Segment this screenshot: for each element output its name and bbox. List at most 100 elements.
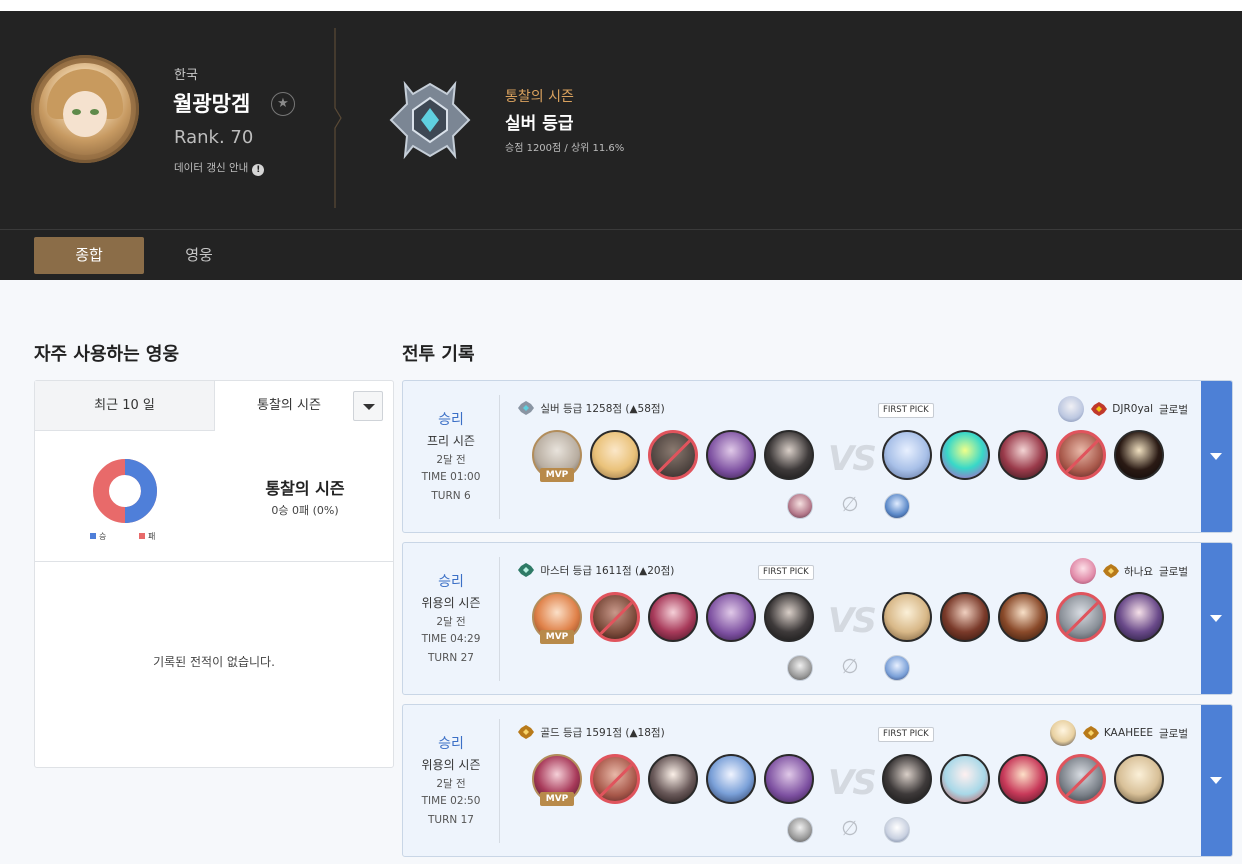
master-tier-icon — [518, 563, 534, 577]
mvp-badge: MVP — [540, 468, 574, 482]
player-rank: Rank. 70 — [174, 127, 254, 148]
my-hero-5[interactable] — [764, 592, 814, 642]
battle-time: TIME 02:50 — [421, 795, 481, 807]
battle-turns: TURN 17 — [428, 814, 474, 826]
first-pick-badge: FIRST PICK — [878, 727, 934, 742]
opp-hero-2[interactable] — [940, 592, 990, 642]
frequent-heroes-panel: 최근 10 일 통찰의 시즌 승 패 통찰의 시즌 0승 0패 (0%) 기록된… — [34, 380, 394, 768]
opp-hero-banned[interactable] — [1056, 430, 1106, 480]
no-pet-icon: ∅ — [841, 654, 859, 678]
battle-records-title: 전투 기록 — [402, 344, 475, 365]
opp-hero-1[interactable] — [882, 754, 932, 804]
battle-turns: TURN 27 — [428, 652, 474, 664]
avatar — [39, 63, 131, 155]
battle-record-item[interactable]: 승리 프리 시즌 2달 전 TIME 01:00 TURN 6 실버 등급 12… — [402, 380, 1233, 533]
battle-time: TIME 04:29 — [421, 633, 481, 645]
info-icon[interactable]: ! — [252, 164, 265, 176]
my-hero-4[interactable] — [706, 430, 756, 480]
opp-pet[interactable] — [884, 817, 910, 843]
region-label: 한국 — [174, 68, 198, 83]
opp-hero-3[interactable] — [998, 592, 1048, 642]
season-label: 통찰의 시즌 — [505, 89, 574, 105]
versus-label: VS — [828, 763, 877, 803]
opp-hero-3[interactable] — [998, 754, 1048, 804]
tab-heroes[interactable]: 영웅 — [163, 237, 235, 274]
header-divider — [334, 28, 342, 208]
profile-nav: 종합 영웅 — [0, 229, 1242, 280]
gold-tier-icon — [1082, 726, 1099, 740]
opponent-region: 글로벌 — [1159, 727, 1188, 740]
opp-hero-2[interactable] — [940, 430, 990, 480]
profile-header — [0, 11, 1242, 229]
gold-tier-icon — [1091, 402, 1108, 416]
no-pet-icon: ∅ — [841, 816, 859, 840]
my-hero-banned[interactable] — [590, 754, 640, 804]
season-dropdown-button[interactable] — [353, 391, 383, 421]
battle-time: TIME 01:00 — [421, 471, 481, 483]
expand-chevron-down-icon[interactable] — [1201, 543, 1232, 694]
my-hero-4[interactable] — [706, 592, 756, 642]
opponent-info[interactable]: DJR0yal 글로벌 — [1058, 395, 1188, 423]
opp-pet[interactable] — [884, 493, 910, 519]
my-hero-5[interactable] — [764, 754, 814, 804]
my-hero-2[interactable] — [590, 430, 640, 480]
opponent-name: 하나요 — [1124, 565, 1154, 578]
opp-hero-1[interactable] — [882, 592, 932, 642]
tier-name: 실버 등급 — [505, 114, 574, 134]
versus-label: VS — [828, 439, 877, 479]
battle-mode: 프리 시즌 — [427, 434, 475, 448]
my-pet[interactable] — [787, 493, 813, 519]
opponent-avatar — [1058, 396, 1085, 422]
top-strip — [0, 0, 1242, 11]
legend-win: 승 — [90, 531, 106, 542]
my-hero-4[interactable] — [706, 754, 756, 804]
legend-loss: 패 — [139, 531, 155, 542]
battle-date: 2달 전 — [436, 616, 466, 628]
my-hero-banned[interactable] — [590, 592, 640, 642]
opp-pet[interactable] — [884, 655, 910, 681]
my-pet[interactable] — [787, 655, 813, 681]
opponent-region: 글로벌 — [1159, 565, 1188, 578]
expand-chevron-down-icon[interactable] — [1201, 705, 1232, 856]
opp-hero-3[interactable] — [998, 430, 1048, 480]
battle-result: 승리 — [438, 412, 464, 428]
expand-chevron-down-icon[interactable] — [1201, 381, 1232, 532]
silver-tier-emblem-icon — [389, 80, 471, 160]
opp-hero-5[interactable] — [1114, 754, 1164, 804]
battle-record-item[interactable]: 승리 위용의 시즌 2달 전 TIME 04:29 TURN 27 마스터 등급… — [402, 542, 1233, 695]
frequent-heroes-title: 자주 사용하는 영웅 — [34, 344, 180, 365]
tab-overview[interactable]: 종합 — [34, 237, 144, 274]
empty-record-message: 기록된 전적이 없습니다. — [153, 655, 275, 669]
battle-date: 2달 전 — [436, 454, 466, 466]
my-hero-3[interactable] — [648, 754, 698, 804]
opponent-info[interactable]: 하나요 글로벌 — [1070, 557, 1188, 585]
my-hero-5[interactable] — [764, 430, 814, 480]
opp-hero-5[interactable] — [1114, 592, 1164, 642]
first-pick-badge: FIRST PICK — [758, 565, 814, 580]
battle-date: 2달 전 — [436, 778, 466, 790]
mvp-badge: MVP — [540, 630, 574, 644]
battle-turns: TURN 6 — [431, 490, 471, 502]
battle-record-item[interactable]: 승리 위용의 시즌 2달 전 TIME 02:50 TURN 17 골드 등급 … — [402, 704, 1233, 857]
panel-win-loss-record: 0승 0패 (0%) — [271, 504, 339, 517]
opp-hero-5[interactable] — [1114, 430, 1164, 480]
opp-hero-1[interactable] — [882, 430, 932, 480]
tab-recent-10-days[interactable]: 최근 10 일 — [35, 381, 215, 431]
opponent-info[interactable]: KAAHEEE 글로벌 — [1049, 719, 1188, 747]
my-hero-3[interactable] — [648, 592, 698, 642]
my-pet[interactable] — [787, 817, 813, 843]
versus-label: VS — [828, 601, 877, 641]
battle-mode: 위용의 시즌 — [421, 758, 481, 772]
data-update-info[interactable]: 데이터 갱신 안내! — [174, 160, 265, 176]
gold-tier-icon — [518, 725, 534, 739]
opponent-name: DJR0yal — [1112, 403, 1154, 415]
battle-mode: 위용의 시즌 — [421, 596, 481, 610]
opp-hero-banned[interactable] — [1056, 592, 1106, 642]
my-hero-banned[interactable] — [648, 430, 698, 480]
favorite-star-icon[interactable]: ★ — [271, 92, 295, 116]
tier-stats: 승점 1200점 / 상위 11.6% — [505, 143, 625, 154]
battle-result: 승리 — [438, 574, 464, 590]
panel-divider — [35, 561, 393, 562]
opp-hero-banned[interactable] — [1056, 754, 1106, 804]
opp-hero-2[interactable] — [940, 754, 990, 804]
